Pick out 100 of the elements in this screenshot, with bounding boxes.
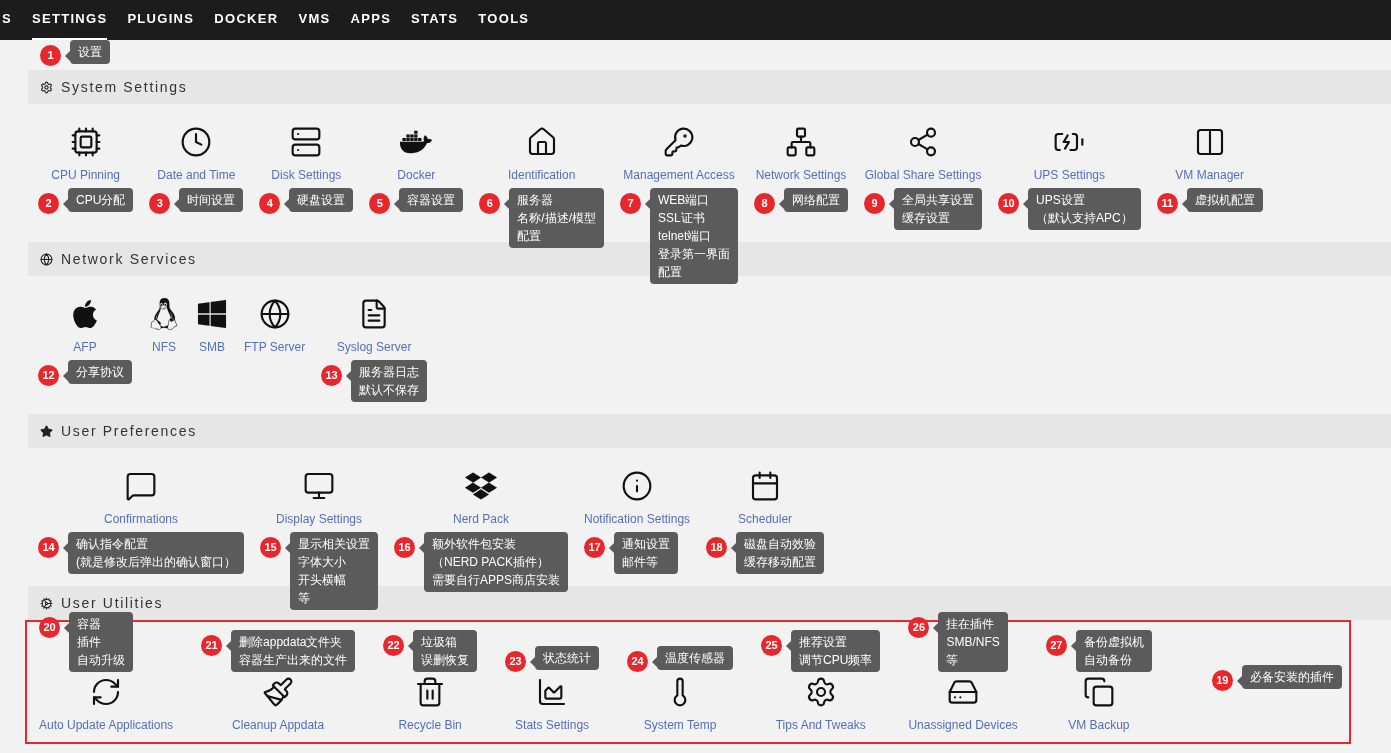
server-icon[interactable] [290,126,323,158]
annotation-note: 服务器日志 默认不保存 [346,360,428,402]
number-badge: 7 [620,193,641,214]
annotation-note: 容器 插件 自动升级 [64,612,133,672]
number-badge: 23 [505,651,527,672]
setting-link[interactable]: Unassigned Devices [908,716,1018,734]
section-title: System Settings [61,77,188,97]
section-title: User Utilities [61,593,164,613]
annotation-note: UPS设置 （默认支持APC） [1023,188,1141,230]
setting-link[interactable]: Recycle Bin [398,716,462,734]
number-badge: 10 [998,193,1019,214]
number-badge: 4 [259,193,281,214]
annotation-note: 推荐设置 调节CPU频率 [786,630,881,672]
nav-tab[interactable]: DOCKER [214,0,279,40]
nav-tab[interactable]: S [2,0,12,40]
annotation-note: WEB端口 SSL证书 telnet端口 登录第一界面 配置 [645,188,738,284]
boxes-icon[interactable] [465,470,497,502]
number-badge: 14 [38,537,59,558]
setting-link[interactable]: Global Share Settings [864,166,982,184]
number-badge: 12 [38,365,59,386]
number-badge: 20 [39,617,60,638]
setting-link[interactable]: FTP Server [244,338,306,356]
number-badge: 15 [260,537,281,558]
setting-link[interactable]: Disk Settings [271,166,342,184]
setting-link[interactable]: Auto Update Applications [39,716,174,734]
four-panes-icon[interactable] [196,298,228,330]
annotation-note: 全局共享设置 缓存设置 [889,188,982,230]
gear-icon [40,80,53,94]
setting-link[interactable]: Identification [508,166,576,184]
setting-link[interactable]: Nerd Pack [453,510,509,528]
annotation-note: 分享协议 [63,360,132,384]
annotation-note: 通知设置 邮件等 [609,532,678,574]
setting-link[interactable]: Docker [397,166,436,184]
annotation-note: 磁盘自动效验 缓存移动配置 [731,532,825,574]
nav-tab[interactable]: VMS [298,0,331,40]
number-badge: 19 [1211,670,1233,691]
annotation-note: 容器设置 [394,188,464,212]
number-badge: 1 [40,45,61,66]
number-badge: 25 [761,635,783,656]
setting-link[interactable]: System Temp [643,716,717,734]
number-badge: 2 [38,193,59,214]
setting-link[interactable]: Syslog Server [336,338,412,356]
setting-link[interactable]: Management Access [623,166,735,184]
annotation-note: 删除appdata文件夹 容器生产出来的文件 [226,630,356,672]
setting-link[interactable]: VM Backup [1068,716,1130,734]
number-badge: 27 [1045,635,1067,656]
annotation-note: 额外软件包安装 （NERD PACK插件） 需要自行APPS商店安装 [419,532,568,592]
cpu-icon[interactable] [69,126,102,158]
annotation-note: 服务器 名称/描述/模型 配置 [504,188,604,248]
share-icon[interactable] [907,126,939,158]
setting-link[interactable]: VM Manager [1175,166,1245,184]
number-badge: 3 [149,193,171,214]
setting-link[interactable]: AFP [73,338,97,356]
penguin-icon[interactable] [148,298,180,330]
setting-link[interactable]: Notification Settings [584,510,691,528]
network-icon[interactable] [785,126,817,158]
number-badge: 24 [627,651,649,672]
annotation-note: 备份虚拟机 自动备份 [1070,630,1152,672]
setting-link[interactable]: Date and Time [157,166,236,184]
number-badge: 18 [706,537,728,558]
annotation-note: 设置 [65,40,110,64]
setting-link[interactable]: NFS [152,338,176,356]
annotation-note: 硬盘设置 [284,188,354,212]
number-badge: 8 [754,193,775,214]
annotation-note: 网络配置 [779,188,848,212]
setting-link[interactable]: SMB [199,338,225,356]
paintbrush-icon[interactable] [262,676,295,708]
info-icon[interactable] [621,470,654,502]
setting-link[interactable]: Scheduler [738,510,793,528]
setting-link[interactable]: Tips And Tweaks [775,716,866,734]
setting-link[interactable]: Network Settings [755,166,847,184]
number-badge: 22 [383,635,405,656]
nav-tab[interactable]: TOOLS [478,0,530,40]
setting-link[interactable]: Stats Settings [515,716,590,734]
number-badge: 11 [1156,193,1178,214]
clock-icon[interactable] [180,126,213,158]
number-badge: 21 [201,635,223,656]
globe-icon [40,252,53,266]
setting-link[interactable]: Display Settings [275,510,362,528]
annotation-note: 时间设置 [174,188,244,212]
annotation-note: 虚拟机配置 [1181,188,1263,212]
monitor-icon[interactable] [303,470,335,502]
nav-tab[interactable]: PLUGINS [127,0,195,40]
globe-icon[interactable] [258,298,291,330]
number-badge: 6 [479,193,501,214]
annotation-note: 确认指令配置 (就是修改后弹出的确认窗口） [63,532,244,574]
copy-icon[interactable] [1082,676,1115,708]
number-badge: 26 [908,617,930,638]
key-icon[interactable] [663,126,695,158]
setting-link[interactable]: Cleanup Appdata [232,716,325,734]
number-badge: 13 [321,365,343,386]
annotation-note: 状态统计 [530,646,600,670]
speech-bubble-icon[interactable] [125,470,157,502]
setting-link[interactable]: Confirmations [104,510,178,528]
section-title: Network Services [61,249,197,269]
setting-link[interactable]: CPU Pinning [51,166,120,184]
nav-tab[interactable]: STATS [411,0,459,40]
setting-link[interactable]: UPS Settings [1033,166,1106,184]
nav-tab[interactable]: APPS [350,0,392,40]
section-title: User Preferences [61,421,197,441]
